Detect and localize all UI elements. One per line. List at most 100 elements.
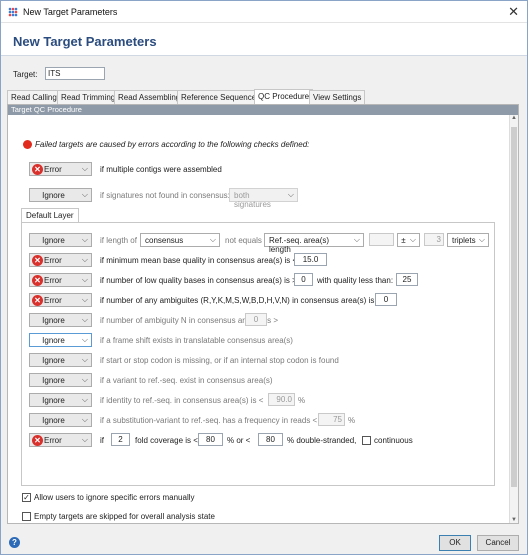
- identity-unit: %: [298, 396, 306, 405]
- frame-level-select[interactable]: Ignore ⌵: [29, 333, 92, 347]
- chevron-down-icon: ⌵: [81, 235, 88, 244]
- length-value-input[interactable]: [369, 233, 394, 246]
- target-label: Target:: [13, 70, 38, 79]
- subst-input[interactable]: 75: [318, 413, 345, 426]
- chevron-down-icon: ⌵: [81, 275, 88, 284]
- coverage-fold-input[interactable]: 2: [111, 433, 130, 446]
- error-indicator-icon: [23, 140, 32, 149]
- chevron-down-icon: ⌵: [81, 190, 88, 199]
- ambig-text: if number of any ambiguites (R,Y,K,M,S,W…: [100, 296, 382, 305]
- chevron-down-icon: ⌵: [209, 235, 216, 244]
- chevron-down-icon: ⌵: [81, 315, 88, 324]
- length-mid: not equals: [225, 236, 262, 245]
- signatures-option-select[interactable]: both signatures ⌵: [229, 188, 298, 209]
- chevron-down-icon: ⌵: [81, 335, 88, 344]
- lowq-quality-input[interactable]: 25: [396, 273, 418, 286]
- tab-read-assembling[interactable]: Read Assembling: [114, 90, 185, 104]
- page-title: New Target Parameters: [13, 34, 157, 49]
- subst-unit: %: [348, 416, 356, 425]
- ambig-input[interactable]: 0: [375, 293, 397, 306]
- coverage-ds-input[interactable]: 80: [258, 433, 283, 446]
- identity-level-select[interactable]: Ignore ⌵: [29, 393, 92, 407]
- ambn-input[interactable]: 0: [245, 313, 267, 326]
- scroll-thumb[interactable]: [511, 127, 517, 487]
- tab-read-calling[interactable]: Read Calling: [7, 90, 61, 104]
- section-header: Target QC Procedure: [8, 105, 518, 115]
- variant-level-select[interactable]: Ignore ⌵: [29, 373, 92, 387]
- allow-ignore-checkbox[interactable]: ✓: [22, 493, 31, 502]
- coverage-text2: % or <: [227, 436, 251, 445]
- ambn-level-select[interactable]: Ignore ⌵: [29, 313, 92, 327]
- chevron-down-icon: ⌵: [81, 395, 88, 404]
- lowq-input[interactable]: 0: [294, 273, 313, 286]
- chevron-down-icon: ⌵: [409, 235, 416, 244]
- length-unit-select[interactable]: triplets ⌵: [447, 233, 489, 247]
- variant-text: if a variant to ref.-seq. exist in conse…: [100, 376, 273, 385]
- chevron-down-icon: ⌵: [478, 235, 485, 244]
- skip-empty-label: Empty targets are skipped for overall an…: [34, 512, 215, 521]
- tab-default-layer[interactable]: Default Layer: [21, 208, 79, 222]
- tab-read-trimming[interactable]: Read Trimming: [57, 90, 120, 104]
- help-icon[interactable]: ?: [9, 537, 20, 548]
- target-input[interactable]: ITS: [45, 67, 105, 80]
- dialog-header: New Target Parameters: [1, 23, 527, 56]
- coverage-percent-input[interactable]: 80: [198, 433, 223, 446]
- continuous-checkbox[interactable]: [362, 436, 371, 445]
- coverage-text1: fold coverage is <: [135, 436, 198, 445]
- length-count-input[interactable]: 3: [424, 233, 444, 246]
- error-icon: ✕: [32, 255, 43, 266]
- vertical-scrollbar[interactable]: ▲ ▼: [509, 115, 518, 523]
- grid-dots-icon: [8, 7, 18, 17]
- tab-reference-sequence[interactable]: Reference Sequence: [177, 90, 261, 104]
- meanq-level-select[interactable]: ✕ Error ⌵: [29, 253, 92, 267]
- lowq-mid: with quality less than:: [317, 276, 394, 285]
- chevron-down-icon: ⌵: [81, 355, 88, 364]
- scroll-down-icon[interactable]: ▼: [510, 517, 518, 523]
- length-prefix: if length of: [100, 236, 137, 245]
- length-field-select[interactable]: consensus ⌵: [140, 233, 220, 247]
- chevron-down-icon: ⌵: [81, 295, 88, 304]
- skip-empty-checkbox[interactable]: [22, 512, 31, 521]
- contigs-check-text: if multiple contigs were assembled: [100, 165, 222, 174]
- error-icon: ✕: [32, 275, 43, 286]
- length-ref-select[interactable]: Ref.-seq. area(s) length ⌵: [264, 233, 364, 254]
- dialog-window: New Target Parameters ✕ New Target Param…: [0, 0, 528, 555]
- chevron-down-icon: ⌵: [81, 375, 88, 384]
- length-pm-select[interactable]: ± ⌵: [397, 233, 420, 247]
- coverage-text3: % double-stranded,: [287, 436, 357, 445]
- subst-text: if a substitution-variant to ref.-seq. h…: [100, 416, 318, 425]
- chevron-down-icon: ⌵: [81, 164, 88, 173]
- meanq-text: if minimum mean base quality in consensu…: [100, 256, 298, 265]
- tab-view-settings[interactable]: View Settings: [309, 90, 366, 104]
- signatures-level-select[interactable]: Ignore ⌵: [29, 188, 92, 202]
- window-title: New Target Parameters: [23, 7, 118, 17]
- meanq-input[interactable]: 15.0: [294, 253, 327, 266]
- chevron-down-icon: ⌵: [81, 415, 88, 424]
- cancel-button[interactable]: Cancel: [477, 535, 519, 551]
- tab-qc-procedure[interactable]: QC Procedure: [254, 89, 314, 105]
- coverage-level-select[interactable]: ✕ Error ⌵: [29, 433, 92, 447]
- stop-level-select[interactable]: Ignore ⌵: [29, 353, 92, 367]
- close-icon[interactable]: ✕: [508, 4, 519, 20]
- ok-button[interactable]: OK: [439, 535, 471, 551]
- scroll-up-icon[interactable]: ▲: [510, 115, 518, 121]
- contigs-level-select[interactable]: ✕ Error ⌵: [29, 162, 92, 176]
- chevron-down-icon: ⌵: [81, 255, 88, 264]
- error-icon: ✕: [32, 295, 43, 306]
- error-icon: ✕: [32, 435, 43, 446]
- title-bar: New Target Parameters ✕: [1, 1, 527, 23]
- ambig-level-select[interactable]: ✕ Error ⌵: [29, 293, 92, 307]
- length-level-select[interactable]: Ignore ⌵: [29, 233, 92, 247]
- coverage-if: if: [100, 436, 104, 445]
- stop-text: if start or stop codon is missing, or if…: [100, 356, 339, 365]
- chevron-down-icon: ⌵: [81, 435, 88, 444]
- allow-ignore-label: Allow users to ignore specific errors ma…: [34, 493, 195, 502]
- signatures-check-text: if signatures not found in consensus:: [100, 191, 230, 200]
- error-icon: ✕: [32, 164, 43, 175]
- continuous-label: continuous: [374, 436, 413, 445]
- lowq-level-select[interactable]: ✕ Error ⌵: [29, 273, 92, 287]
- chevron-down-icon: ⌵: [353, 235, 360, 244]
- subst-level-select[interactable]: Ignore ⌵: [29, 413, 92, 427]
- identity-input[interactable]: 90.0: [268, 393, 295, 406]
- identity-text: if identity to ref.-seq. in consensus ar…: [100, 396, 264, 405]
